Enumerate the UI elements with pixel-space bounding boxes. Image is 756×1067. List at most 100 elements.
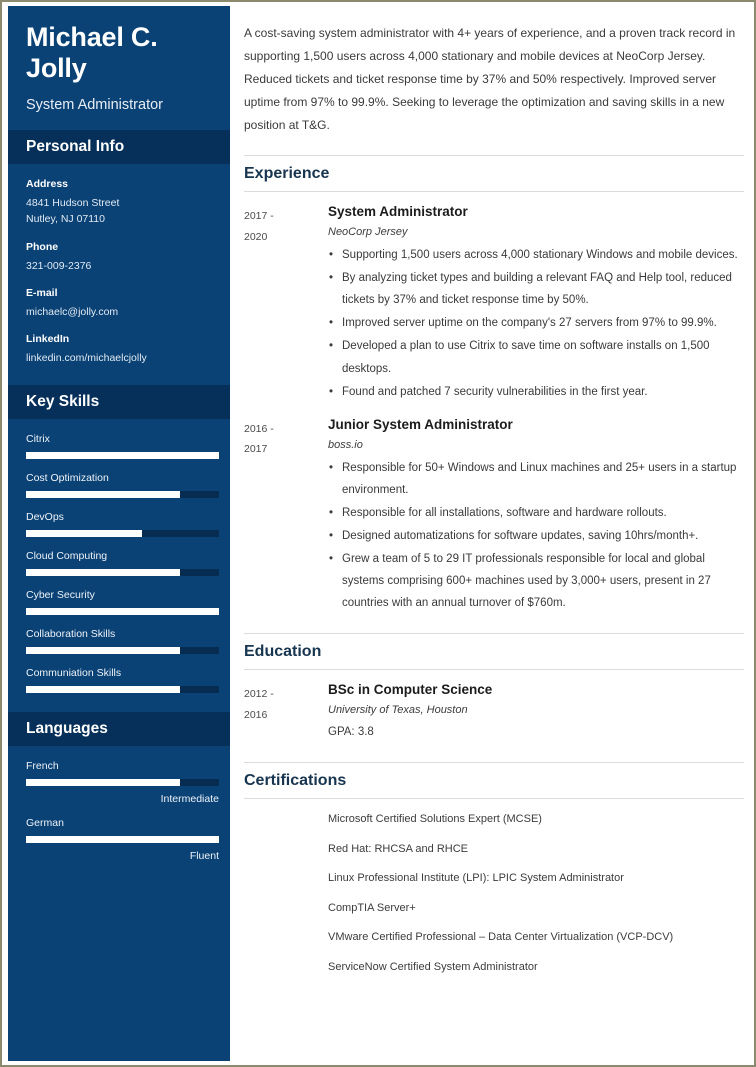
skill-level-fill	[26, 686, 181, 694]
section-certifications: Certifications Microsoft Certified Solut…	[244, 762, 744, 977]
personal-info-value: 4841 Hudson Street Nutley, NJ 07110	[26, 197, 120, 226]
section-title-certifications: Certifications	[244, 762, 744, 800]
certification-item: VMware Certified Professional – Data Cen…	[328, 931, 674, 944]
language-proficiency: Fluent	[189, 850, 219, 863]
language-name: French	[26, 760, 59, 773]
education-gpa: GPA: 3.8	[328, 726, 374, 739]
sidebar: Michael C. Jolly System Administrator Pe…	[8, 6, 230, 1061]
skill-name: Cloud Computing	[26, 550, 108, 563]
personal-info-field: LinkedIn linkedin.com/michaelcjolly	[26, 333, 212, 366]
personal-info-body: Address 4841 Hudson Street Nutley, NJ 0711…	[8, 164, 230, 385]
education-entries: 2012 -2016 BSc in Computer Science Univers…	[244, 682, 744, 744]
experience-entries: 2017 -2020 System Administrator NeoCorp Je…	[244, 204, 744, 615]
candidate-name: Michael C. Jolly	[26, 22, 158, 84]
personal-info-value: 321-009-2376	[26, 259, 92, 272]
candidate-job-title: System Administrator	[26, 97, 163, 114]
experience-bullet: Responsible for 50+ Windows and Linux ma…	[328, 457, 744, 501]
language-level-bar	[26, 779, 219, 787]
certification-item: Linux Professional Institute (LPI): LPIC…	[328, 872, 624, 885]
language-item: German Fluent	[26, 817, 219, 862]
section-title-experience: Experience	[244, 155, 744, 193]
skill-item: Cyber Security	[26, 589, 219, 616]
experience-bullet: Designed automatizations for software up…	[328, 525, 744, 547]
experience-dates: 2016 -2017	[244, 422, 274, 456]
language-level-bar	[26, 836, 219, 844]
key-skills-body: Citrix Cost Optimization DevOps Cloud Compu…	[8, 419, 230, 712]
skill-name: Cost Optimization	[26, 472, 109, 485]
experience-bullet: Supporting 1,500 users across 4,000 stat…	[328, 244, 744, 266]
education-entry-body: BSc in Computer Science University of Tex…	[328, 682, 744, 744]
key-skills-heading: Key Skills	[26, 393, 100, 411]
skill-level-fill	[26, 569, 181, 577]
skill-item: Collaboration Skills	[26, 628, 219, 655]
education-entry: 2012 -2016 BSc in Computer Science Univers…	[244, 682, 744, 744]
experience-bullet-list: Supporting 1,500 users across 4,000 stat…	[328, 244, 744, 403]
personal-info-field: Address 4841 Hudson Street Nutley, NJ 0711…	[26, 178, 212, 228]
skill-level-bar	[26, 491, 219, 499]
skill-item: Citrix	[26, 433, 219, 460]
personal-info-label: E-mail	[26, 286, 58, 299]
skill-level-fill	[26, 647, 181, 655]
sidebar-header: Michael C. Jolly System Administrator	[8, 6, 230, 130]
experience-job-title: Junior System Administrator	[328, 416, 513, 432]
section-header-personal-info: Personal Info	[8, 130, 230, 165]
personal-info-field: Phone 321-009-2376	[26, 241, 212, 274]
section-header-languages: Languages	[8, 712, 230, 747]
skill-level-bar	[26, 530, 219, 538]
skill-item: DevOps	[26, 511, 219, 538]
personal-info-label: LinkedIn	[26, 333, 70, 346]
skill-name: DevOps	[26, 511, 64, 524]
experience-company: NeoCorp Jersey	[328, 226, 408, 239]
experience-bullet: Developed a plan to use Citrix to save t…	[328, 335, 744, 379]
personal-info-heading: Personal Info	[26, 138, 125, 156]
main-column: A cost-saving system administrator with …	[244, 6, 744, 1061]
education-school: University of Texas, Houston	[328, 704, 468, 717]
experience-bullet: By analyzing ticket types and building a…	[328, 267, 744, 311]
experience-job-title: System Administrator	[328, 204, 468, 220]
certifications-heading: Certifications	[244, 772, 347, 790]
skill-level-fill	[26, 452, 219, 460]
skill-level-bar	[26, 608, 219, 616]
language-item: French Intermediate	[26, 760, 219, 805]
skill-level-fill	[26, 608, 219, 616]
experience-entry-body: System Administrator NeoCorp Jersey Suppor…	[328, 204, 744, 404]
experience-bullet: Grew a team of 5 to 29 IT professionals …	[328, 548, 744, 614]
skill-level-bar	[26, 569, 219, 577]
personal-info-label: Phone	[26, 240, 59, 253]
language-level-fill	[26, 836, 219, 844]
skill-level-bar	[26, 452, 219, 460]
experience-bullet-list: Responsible for 50+ Windows and Linux ma…	[328, 457, 744, 615]
skill-item: Cost Optimization	[26, 472, 219, 499]
languages-body: French Intermediate German Fluent	[8, 746, 230, 880]
certification-item: Red Hat: RHCSA and RHCE	[328, 842, 468, 855]
certification-item: Microsoft Certified Solutions Expert (MC…	[328, 813, 542, 826]
skill-name: Communiation Skills	[26, 667, 122, 680]
skill-name: Citrix	[26, 433, 50, 446]
language-name: German	[26, 817, 64, 830]
personal-info-label: Address	[26, 178, 69, 191]
experience-dates: 2017 -2020	[244, 210, 274, 243]
section-experience: Experience 2017 -2020 System Administrato…	[244, 155, 744, 615]
experience-heading: Experience	[244, 165, 330, 183]
experience-company: boss.io	[328, 438, 363, 451]
skill-level-fill	[26, 530, 142, 538]
education-dates: 2012 -2016	[244, 688, 274, 721]
certification-item: CompTIA Server+	[328, 901, 416, 914]
section-title-education: Education	[244, 633, 744, 671]
skill-level-bar	[26, 647, 219, 655]
education-degree: BSc in Computer Science	[328, 682, 493, 698]
language-level-fill	[26, 779, 181, 787]
skill-level-fill	[26, 491, 181, 499]
certification-items: Microsoft Certified Solutions Expert (MC…	[244, 811, 744, 977]
personal-info-value: michaelc@jolly.com	[26, 305, 119, 318]
experience-entry: 2016 -2017 Junior System Administrator bos…	[244, 417, 744, 616]
languages-heading: Languages	[26, 720, 108, 738]
section-header-key-skills: Key Skills	[8, 385, 230, 420]
experience-bullet: Found and patched 7 security vulnerabili…	[328, 381, 744, 403]
experience-entry-body: Junior System Administrator boss.io Respon…	[328, 417, 744, 616]
personal-info-field: E-mail michaelc@jolly.com	[26, 287, 212, 320]
section-education: Education 2012 -2016 BSc in Computer Scie…	[244, 633, 744, 744]
skill-level-bar	[26, 686, 219, 694]
language-proficiency: Intermediate	[160, 793, 219, 806]
education-heading: Education	[244, 643, 322, 661]
